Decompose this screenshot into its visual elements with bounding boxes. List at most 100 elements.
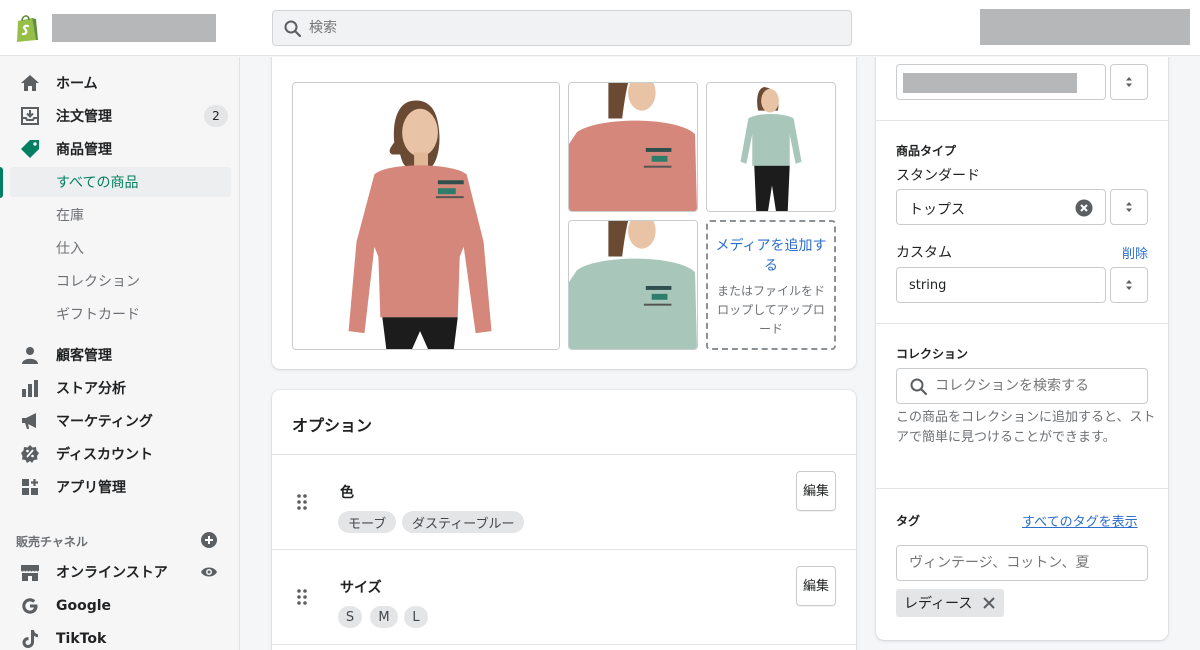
tags-input[interactable] [896,545,1148,581]
sidebar-item-customers[interactable]: 顧客管理 [0,339,240,371]
apps-icon [20,477,40,497]
custom-type-toggle[interactable] [1110,267,1148,303]
collections-help-text: この商品をコレクションに追加すると、ストアで簡単に見つけることができます。 [896,410,1156,445]
product-image-main[interactable] [292,82,560,350]
edit-size-option-button[interactable]: 編集 [796,566,836,606]
drag-handle-icon[interactable] [296,588,308,606]
sidebar-item-marketing[interactable]: マーケティング [0,405,240,437]
sidebar-subitem-collections[interactable]: コレクション [56,266,232,296]
clear-icon[interactable] [1075,199,1093,217]
product-image-thumb[interactable] [706,82,836,212]
sidebar-item-label: ホーム [56,76,98,92]
sidebar-item-label: 顧客管理 [56,348,112,364]
delete-custom-type-link[interactable]: 削除 [1122,243,1148,262]
search-icon [909,377,929,397]
store-icon [20,562,40,582]
sidebar-item-analytics[interactable]: ストア分析 [0,372,240,404]
sidebar-item-online-store[interactable]: オンラインストア [0,556,240,588]
edit-color-option-button[interactable]: 編集 [796,471,836,511]
tag-chip-label: レディース [904,596,973,612]
marketing-icon [20,411,40,431]
home-icon [20,73,40,93]
sidebar-item-discounts[interactable]: ディスカウント [0,438,240,470]
model-mauve-closeup-image [569,83,697,211]
remove-tag-icon[interactable] [982,596,996,610]
google-icon [20,596,40,616]
sidebar-item-label: TikTok [56,631,107,647]
sidebar-item-label: オンラインストア [56,565,168,581]
sidebar-item-label: Google [56,598,112,614]
collections-search-input[interactable] [935,369,1135,403]
custom-type-input[interactable]: string [896,267,1106,303]
options-card: オプション 色 モーブ ダスティーブルー 編集 サイズ S M L 編集 [272,390,856,650]
divider [272,549,856,550]
sidebar-item-label: 注文管理 [56,109,112,125]
divider [876,120,1168,121]
orders-count-badge: 2 [204,105,228,127]
shopify-logo-icon[interactable] [14,13,40,43]
product-image-thumb[interactable] [568,220,698,350]
divider [876,323,1168,324]
add-media-link[interactable]: メディアを追加する [714,236,828,276]
global-search[interactable] [272,10,852,46]
options-title: オプション [292,416,373,435]
model-mauve-full-image [293,83,559,349]
media-card: メディアを追加する またはファイルをドロップしてアップロード [272,57,856,369]
sidebar-item-label: マーケティング [56,414,153,430]
sidebar-subitem-inventory[interactable]: 在庫 [56,200,232,230]
collections-search[interactable] [896,368,1148,404]
model-dusty-blue-closeup-image [569,221,697,349]
divider [272,454,856,455]
account-menu-redacted[interactable] [980,9,1190,45]
sidebar-item-tiktok[interactable]: TikTok [0,623,240,650]
divider [876,488,1168,489]
option-value-pill: S [338,606,362,628]
products-tag-icon [20,139,40,159]
standard-type-label: スタンダード [896,168,980,184]
sidebar-item-label: ストア分析 [56,381,126,397]
option-value-pill: モーブ [338,511,397,533]
standard-type-select[interactable]: トップス [896,189,1106,225]
drop-hint-text: またはファイルをドロップしてアップロード [716,284,825,336]
add-sales-channel-icon[interactable] [200,531,218,549]
vendor-select-toggle[interactable] [1110,64,1148,100]
search-input[interactable] [309,11,829,45]
sales-channels-heading: 販売チャネル [16,535,88,549]
product-image-thumb[interactable] [568,82,698,212]
sidebar-subitem-all-products[interactable]: すべての商品 [10,167,231,197]
sidebar-item-label: アプリ管理 [56,480,126,496]
sidebar-item-apps[interactable]: アプリ管理 [0,471,240,503]
eye-icon[interactable] [200,563,218,581]
product-organization-card: 商品タイプ スタンダード トップス カスタム 削除 string コレクション [876,57,1168,640]
vendor-select-redacted[interactable] [896,64,1106,100]
select-arrows-icon [1126,202,1132,212]
option-value-pill: M [370,606,398,628]
sidebar-item-products[interactable]: 商品管理 [0,133,240,165]
divider [272,644,856,645]
store-name-redacted [52,14,216,42]
drag-handle-icon[interactable] [296,493,308,511]
tiktok-icon [20,629,40,649]
discounts-icon [20,444,40,464]
sidebar-item-google[interactable]: Google [0,590,240,622]
sidebar-item-orders[interactable]: 注文管理 2 [0,100,240,132]
standard-type-toggle[interactable] [1110,189,1148,225]
sidebar-subitem-purchase[interactable]: 仕入 [56,233,232,263]
top-bar [0,0,1200,56]
sidebar-item-home[interactable]: ホーム [0,67,240,99]
standard-type-value: トップス [909,202,965,218]
sidebar-subitem-gift-cards[interactable]: ギフトカード [56,299,232,329]
option-name: サイズ [340,580,382,596]
sidebar-nav: ホーム 注文管理 2 商品管理 すべての商品 在庫 仕入 コレクション ギフトカ… [0,57,240,650]
media-dropzone[interactable]: メディアを追加する またはファイルをドロップしてアップロード [706,220,836,350]
tag-chip: レディース [896,589,1005,617]
model-dusty-blue-full-image [707,83,835,211]
orders-icon [20,106,40,126]
select-arrows-icon [1126,77,1132,87]
redacted-value [903,73,1077,93]
select-arrows-icon [1126,280,1132,290]
show-all-tags-link[interactable]: すべてのタグを表示 [1022,511,1138,530]
product-type-heading: 商品タイプ [896,144,957,158]
analytics-icon [20,378,40,398]
active-indicator [0,167,3,198]
